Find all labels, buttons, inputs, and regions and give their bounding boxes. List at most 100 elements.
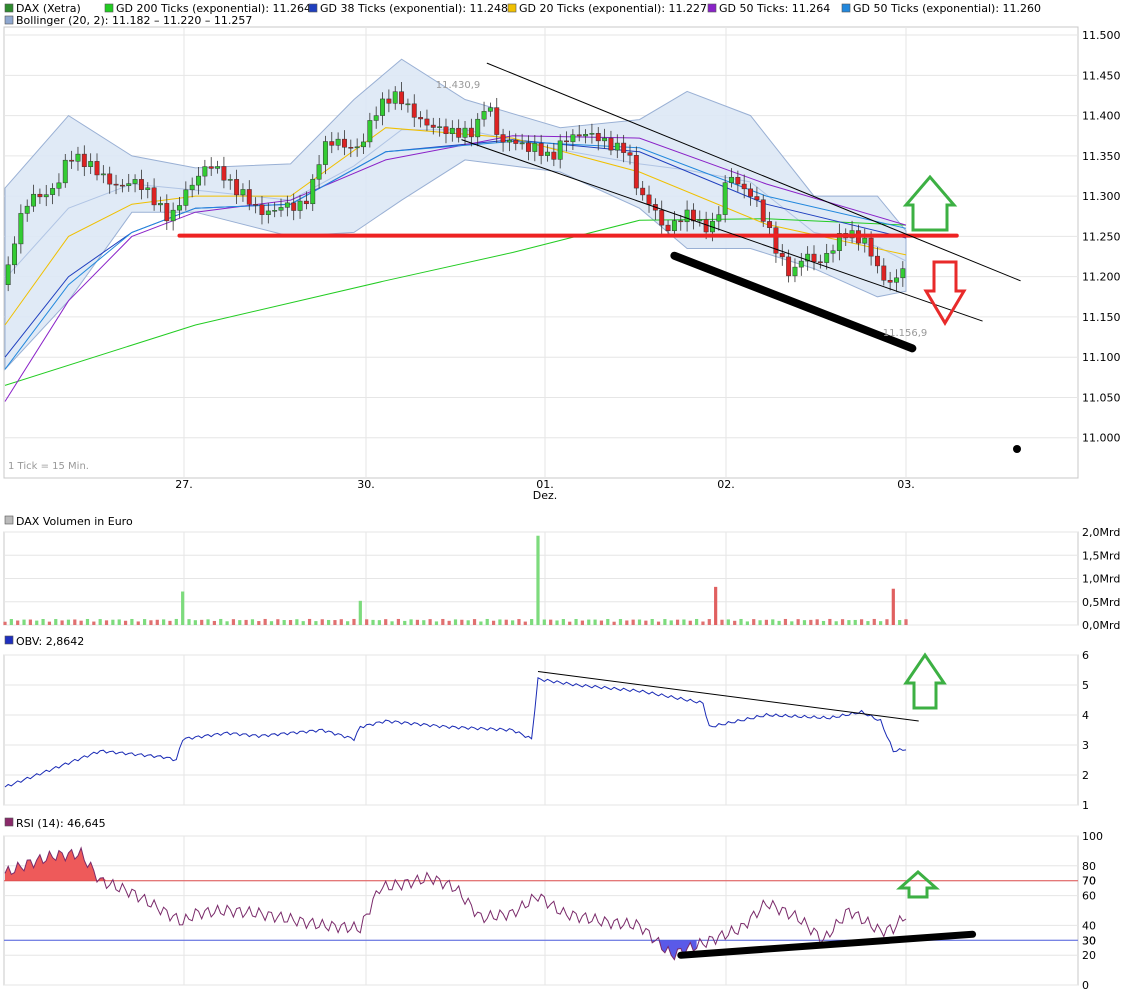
volume-bar	[79, 620, 83, 625]
dot-marker	[1013, 445, 1021, 453]
candle	[342, 138, 347, 148]
candle	[729, 176, 734, 183]
legend-swatch	[4, 3, 14, 13]
candle	[551, 151, 557, 160]
rsi-level-label: 30	[1082, 934, 1096, 947]
volume-bar	[390, 621, 394, 625]
volume-bar	[809, 619, 813, 625]
volume-bar	[479, 621, 483, 625]
candle	[361, 141, 366, 148]
candle	[487, 107, 493, 112]
candle	[614, 142, 620, 151]
candle	[56, 182, 62, 189]
volume-ytick-label: 1,0Mrd	[1082, 573, 1120, 586]
volume-bar	[758, 620, 762, 625]
rsi-ytick-label: 100	[1082, 830, 1103, 843]
volume-bar	[530, 618, 534, 625]
candle	[894, 277, 899, 283]
volume-bar	[142, 619, 147, 625]
volume-bar	[904, 619, 908, 625]
candle	[646, 194, 652, 205]
volume-bar	[403, 620, 407, 625]
candle	[132, 179, 138, 184]
volume-legend-swatch	[4, 515, 14, 525]
volume-bar	[339, 619, 343, 625]
volume-bar	[523, 621, 527, 625]
candle	[75, 153, 81, 162]
volume-bar	[257, 621, 261, 625]
candle	[284, 202, 290, 208]
legend-swatch	[507, 3, 517, 13]
volume-bar	[752, 619, 756, 625]
candle	[881, 265, 887, 281]
volume-bar	[35, 620, 39, 625]
candle	[526, 142, 531, 152]
candle	[81, 153, 87, 167]
volume-bar	[783, 618, 788, 625]
price-ytick-label: 11.100	[1082, 351, 1121, 364]
candle	[62, 159, 68, 184]
candle	[208, 166, 214, 169]
volume-bar	[625, 620, 629, 625]
candle	[158, 203, 163, 206]
volume-bar	[631, 619, 635, 625]
rsi-ytick-label: 60	[1082, 890, 1096, 903]
candle	[583, 134, 589, 137]
price-ytick-label: 11.300	[1082, 190, 1121, 203]
volume-bar	[384, 619, 388, 625]
volume-bar	[117, 619, 121, 625]
candle	[678, 220, 684, 223]
volume-ytick-label: 0,5Mrd	[1082, 596, 1120, 609]
candle	[107, 173, 113, 185]
price-ytick-label: 11.150	[1082, 311, 1121, 324]
candle	[145, 187, 151, 190]
candle	[779, 253, 785, 258]
candle	[100, 173, 106, 176]
candle	[88, 161, 94, 167]
candle	[767, 221, 773, 228]
volume-bar	[561, 619, 565, 625]
candle	[716, 214, 722, 222]
candle	[246, 189, 252, 205]
obv-ytick-label: 3	[1082, 739, 1089, 752]
candle	[748, 188, 753, 197]
volume-bar	[669, 620, 673, 625]
volume-bar	[815, 619, 819, 625]
volume-bar	[739, 618, 743, 625]
volume-bar	[92, 621, 96, 625]
candle	[373, 115, 379, 121]
volume-bar	[244, 619, 248, 625]
candle	[900, 268, 906, 279]
candle	[811, 253, 817, 263]
candle	[94, 161, 100, 176]
candle	[621, 142, 627, 153]
volume-bar	[511, 620, 515, 625]
volume-bar	[98, 619, 102, 625]
candle	[690, 209, 696, 222]
candle	[589, 133, 595, 135]
volume-bar	[599, 620, 604, 625]
volume-bar	[745, 621, 749, 625]
legend-label: GD 50 Ticks (exponential): 11.260	[853, 2, 1041, 15]
candle	[310, 178, 316, 205]
volume-bar	[821, 620, 826, 625]
candle	[741, 183, 747, 190]
candle	[69, 159, 75, 162]
candle	[868, 237, 874, 257]
volume-bar	[472, 619, 477, 625]
candle	[18, 213, 24, 245]
candle	[392, 91, 398, 104]
volume-bar	[276, 619, 280, 625]
volume-bar	[885, 619, 889, 625]
candle	[684, 209, 690, 223]
candle	[519, 142, 525, 145]
volume-bar	[574, 619, 578, 625]
candle	[138, 179, 144, 190]
volume-bar	[282, 620, 286, 625]
volume-bar	[720, 619, 724, 625]
volume-bar	[453, 619, 458, 625]
candle	[481, 111, 487, 120]
volume-bar	[269, 621, 274, 625]
candle	[170, 209, 176, 222]
candle	[202, 166, 208, 177]
